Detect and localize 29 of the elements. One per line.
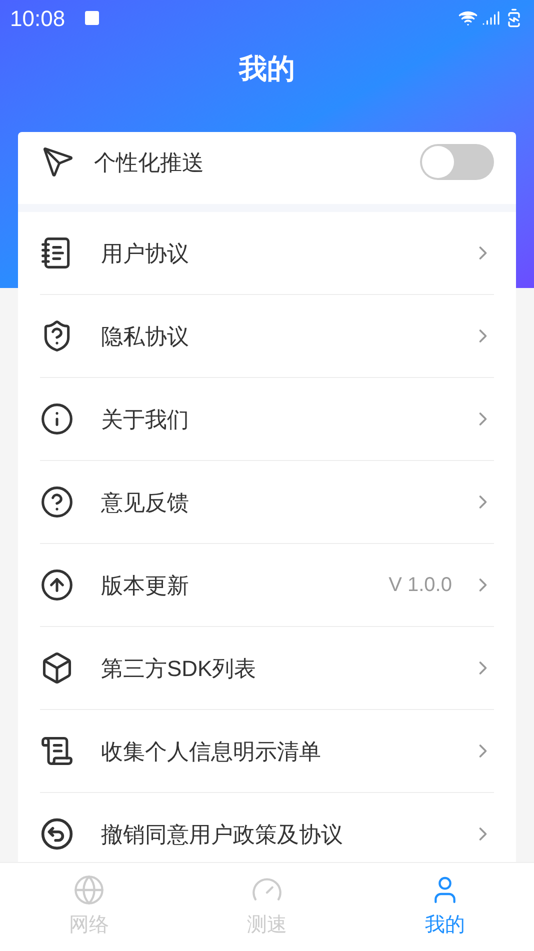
status-time: 10:08 — [10, 4, 66, 32]
paper-plane-icon — [42, 146, 74, 178]
globe-icon — [73, 874, 105, 906]
menu-item[interactable]: 收集个人信息明示清单 — [40, 710, 494, 793]
list-document-icon — [40, 734, 74, 768]
menu-item[interactable]: 第三方SDK列表 — [40, 627, 494, 710]
undo-circle-icon — [40, 817, 74, 851]
info-icon — [40, 402, 74, 436]
version-text: V 1.0.0 — [388, 573, 452, 598]
menu-label: 意见反馈 — [101, 488, 190, 516]
menu-label: 第三方SDK列表 — [101, 654, 258, 682]
cube-icon — [40, 651, 74, 685]
menu-item[interactable]: 意见反馈 — [40, 461, 494, 544]
menu-item[interactable]: 版本更新 V 1.0.0 — [40, 544, 494, 627]
menu-label: 关于我们 — [101, 406, 190, 434]
menu-item[interactable]: 隐私协议 — [40, 295, 494, 378]
menu-label: 收集个人信息明示清单 — [101, 738, 322, 766]
menu-item[interactable]: 用户协议 — [40, 212, 494, 295]
menu-label: 版本更新 — [101, 572, 190, 600]
push-setting-label: 个性化推送 — [94, 148, 205, 176]
menu-label: 撤销同意用户政策及协议 — [101, 820, 344, 848]
help-icon — [40, 485, 74, 519]
menu-label: 隐私协议 — [101, 322, 190, 350]
menu-item[interactable]: 关于我们 — [40, 378, 494, 461]
page-title: 我的 — [239, 52, 295, 86]
signal-icon — [482, 9, 500, 27]
upload-circle-icon — [40, 568, 74, 602]
toggle-switch[interactable] — [420, 144, 494, 180]
menu-label: 用户协议 — [101, 240, 190, 268]
